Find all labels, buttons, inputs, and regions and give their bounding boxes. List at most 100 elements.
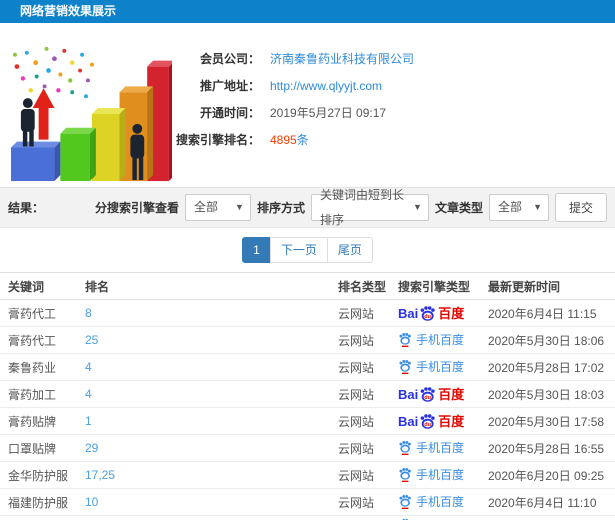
updated-cell: 2020年6月4日 11:10: [488, 488, 615, 516]
chevron-down-icon: ▼: [413, 202, 422, 212]
updated-cell: 2020年5月28日 16:55: [488, 434, 615, 462]
businessman-left: [20, 98, 35, 147]
chart-bars: [11, 60, 172, 182]
table-row: 膏药加工 4 云网站 Bai du 百度 2020年5月30日 18:03: [0, 380, 615, 408]
ranking-count-unit: 条: [296, 133, 309, 147]
table-row: 膏药代工 8 云网站 Bai du 百度 2020年6月4日 11:15: [0, 299, 615, 327]
page-1-button[interactable]: 1: [242, 237, 271, 263]
table-row: [0, 516, 615, 520]
info-label: 开通时间：: [199, 106, 260, 120]
confetti-dots: [13, 46, 94, 99]
col-updated: 最新更新时间: [488, 272, 615, 300]
rank-type-cell: 云网站: [338, 434, 398, 462]
info-value: 2019年5月27日 09:17: [270, 106, 387, 120]
info-label: 会员公司：: [199, 52, 260, 66]
article-type-selected-value: 全部: [497, 200, 522, 214]
rank-link[interactable]: 8: [85, 306, 92, 320]
rank-type-cell: 云网站: [338, 380, 398, 408]
rank-link[interactable]: 1: [85, 414, 92, 428]
info-row: 会员公司： 济南秦鲁药业科技有限公司: [150, 45, 607, 72]
mobile-baidu-label: 手机百度: [416, 467, 465, 482]
mobile-baidu-label: 手机百度: [416, 494, 465, 509]
baidu-paw-icon: du: [420, 305, 435, 321]
engine-view-select[interactable]: 全部 ▼: [184, 194, 251, 221]
updated-cell: 2020年5月28日 17:02: [488, 353, 615, 381]
info-label: 搜索引擎排名：: [175, 133, 260, 147]
engine-view-label: 分搜索引擎查看: [94, 201, 179, 215]
engine-cell: 手机百度: [398, 461, 488, 489]
baidu-logo-bai-text: Bai: [398, 386, 419, 402]
info-value[interactable]: http://www.qlyyjt.com: [270, 79, 382, 93]
info-value[interactable]: 济南秦鲁药业科技有限公司: [270, 50, 414, 67]
updated-cell: 2020年5月30日 17:58: [488, 407, 615, 435]
table-header-row: 关键词 排名 排名类型 搜索引擎类型 最新更新时间: [0, 272, 615, 300]
table-row: 膏药贴牌 1 云网站 Bai du 百度 2020年5月30日 17:58: [0, 407, 615, 435]
keyword-cell: 金华防护服: [0, 461, 85, 489]
baidu-paw-icon: du: [420, 386, 435, 402]
info-label: 推广地址：: [199, 79, 260, 93]
chevron-down-icon: ▼: [235, 202, 244, 212]
article-type-select[interactable]: 全部 ▼: [488, 194, 549, 221]
rank-cell: 4: [85, 353, 338, 381]
rank-cell: 17,25: [85, 461, 338, 489]
bar-chart-growth-illustration: [11, 46, 172, 182]
mobile-baidu-paw-icon: [399, 440, 411, 455]
engine-cell: 手机百度: [398, 326, 488, 354]
baidu-logo-bai-text: Bai: [398, 305, 419, 321]
engine-cell: 手机百度: [398, 434, 488, 462]
baidu-logo: Bai du 百度: [398, 413, 464, 430]
rank-cell: 1: [85, 407, 338, 435]
results-label: 结果：: [8, 201, 45, 215]
engine-cell: [398, 516, 488, 520]
rank-type-cell: [338, 516, 398, 520]
titlebar: 网络营销效果展示: [0, 0, 615, 23]
mobile-baidu-paw-icon: [399, 332, 411, 347]
col-rank-type: 排名类型: [338, 272, 398, 300]
submit-button[interactable]: 提交: [554, 193, 607, 222]
keyword-cell: 膏药代工: [0, 299, 85, 327]
engine-cell: Bai du 百度: [398, 299, 488, 327]
updated-cell: 2020年5月30日 18:03: [488, 380, 615, 408]
table-row: 福建防护服 10 云网站 手机百度 2020年6月4日 11:10: [0, 488, 615, 516]
baidu-paw-icon: du: [420, 413, 435, 429]
rank-cell: 10: [85, 488, 338, 516]
table-row: 口罩贴牌 29 云网站 手机百度 2020年5月28日 16:55: [0, 434, 615, 462]
rank-cell: [85, 516, 338, 520]
rank-cell: 8: [85, 299, 338, 327]
rank-type-cell: 云网站: [338, 353, 398, 381]
sort-select[interactable]: 关键词由短到长排序 ▼: [310, 188, 429, 227]
mobile-baidu-paw-icon: [399, 467, 411, 482]
rank-type-cell: 云网站: [338, 407, 398, 435]
filter-controls: 分搜索引擎查看 全部 ▼ 排序方式 关键词由短到长排序 ▼ 文章类型 全部 ▼ …: [94, 188, 607, 227]
engine-cell: 手机百度: [398, 488, 488, 516]
mobile-baidu-logo: 手机百度: [398, 331, 464, 348]
col-rank: 排名: [85, 272, 338, 300]
rank-link[interactable]: 29: [85, 441, 98, 455]
keyword-cell: [0, 516, 85, 520]
keyword-cell: 秦鲁药业: [0, 353, 85, 381]
engine-cell: Bai du 百度: [398, 407, 488, 435]
table-row: 秦鲁药业 4 云网站 手机百度 2020年5月28日 17:02: [0, 353, 615, 381]
rank-link[interactable]: 25: [85, 333, 98, 347]
keyword-cell: 膏药代工: [0, 326, 85, 354]
info-row: 开通时间： 2019年5月27日 09:17: [150, 99, 607, 126]
rank-link[interactable]: 17,25: [85, 468, 115, 482]
col-keyword: 关键词: [0, 272, 85, 300]
rank-link[interactable]: 10: [85, 495, 98, 509]
baidu-logo-cn-text: 百度: [438, 413, 465, 429]
mobile-baidu-logo: 手机百度: [398, 358, 464, 375]
rank-link[interactable]: 4: [85, 387, 92, 401]
baidu-logo: Bai du 百度: [398, 386, 464, 403]
next-page-button[interactable]: 下一页: [269, 237, 328, 263]
info-row: 搜索引擎排名： 4895条: [150, 126, 607, 153]
info-value: 4895条: [270, 131, 309, 148]
last-page-button[interactable]: 尾页: [326, 237, 373, 263]
sort-selected-value: 关键词由短到长排序: [319, 187, 404, 227]
updated-cell: [488, 516, 615, 520]
baidu-logo-bai-text: Bai: [398, 413, 419, 429]
filter-bar: 结果： 分搜索引擎查看 全部 ▼ 排序方式 关键词由短到长排序 ▼ 文章类型 全…: [0, 187, 615, 228]
rank-link[interactable]: 4: [85, 360, 92, 374]
page-title: 网络营销效果展示: [20, 4, 117, 18]
svg-text:du: du: [425, 421, 432, 427]
keyword-cell: 福建防护服: [0, 488, 85, 516]
